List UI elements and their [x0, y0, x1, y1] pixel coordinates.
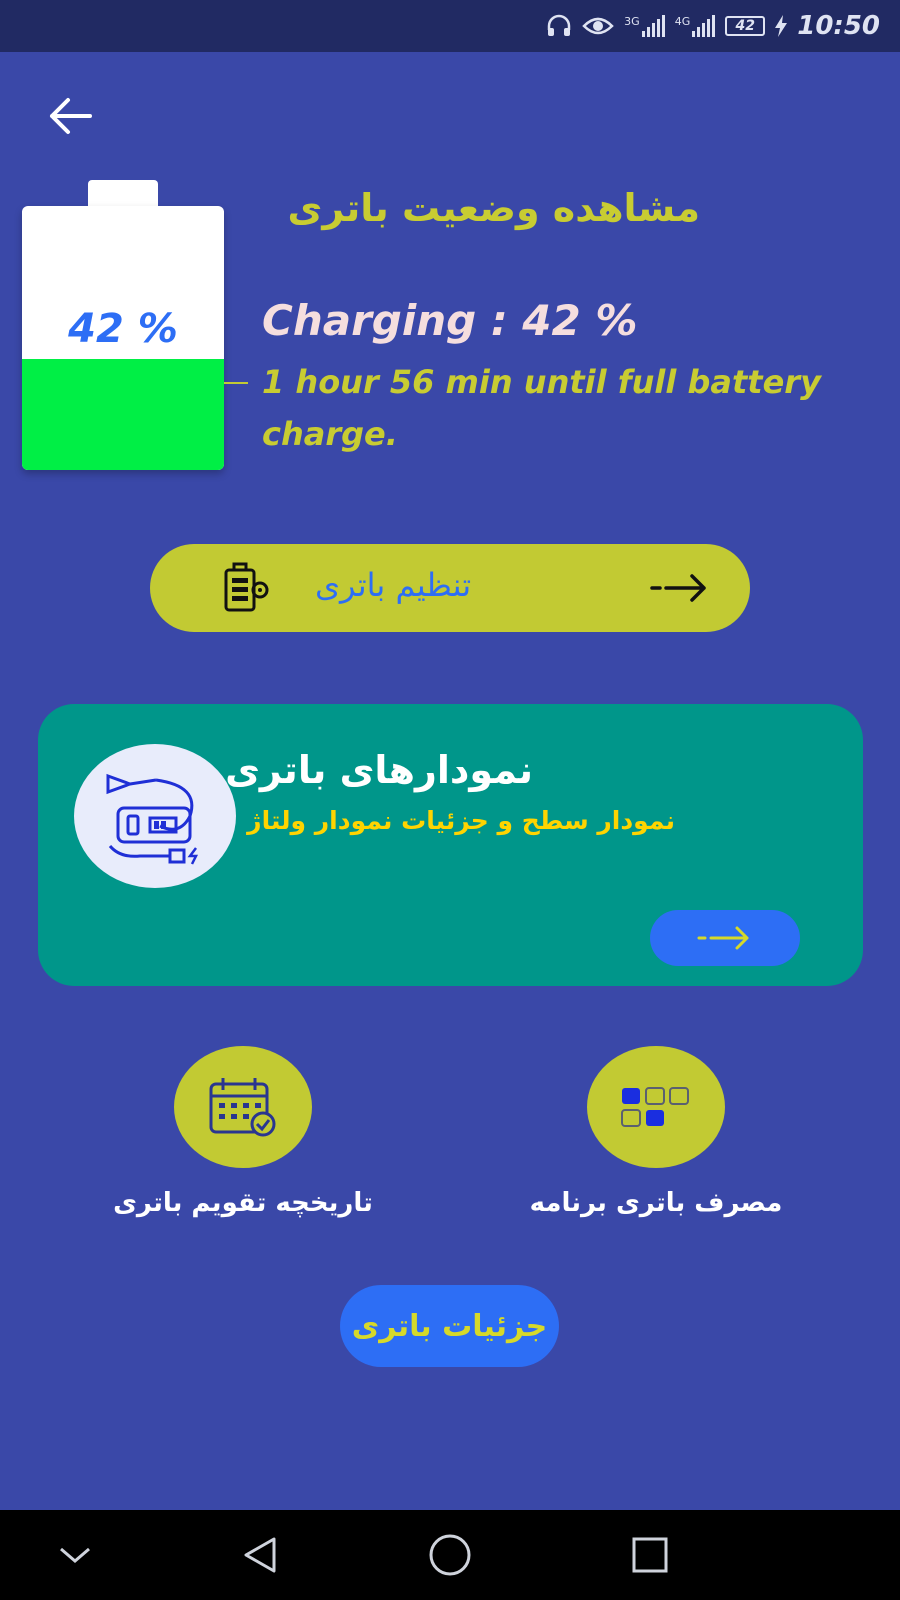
- nav-back-icon: [244, 1537, 276, 1573]
- connector-line: [224, 382, 248, 384]
- signal-3g-indicator: 3G: [624, 15, 665, 37]
- battery-settings-button[interactable]: تنظیم باتری: [150, 544, 750, 632]
- charging-status: Charging : 42 %: [262, 296, 638, 345]
- nav-down-button[interactable]: [40, 1510, 110, 1600]
- app-grid-icon: [621, 1087, 689, 1127]
- app-battery-usage-button[interactable]: مصرف باتری برنامه: [506, 1046, 806, 1218]
- eye-icon: [582, 14, 614, 38]
- network-4g-label: 4G: [674, 15, 691, 28]
- back-arrow-icon: [50, 98, 92, 134]
- arrow-right-icon: [650, 572, 710, 608]
- nav-recents-icon: [632, 1537, 668, 1573]
- status-battery: 42: [725, 16, 766, 36]
- battery-settings-label: تنظیم باتری: [315, 566, 472, 604]
- app-usage-circle: [587, 1046, 725, 1168]
- status-clock: 10:50: [797, 11, 880, 41]
- status-bar: 3G 4G 42 10:50: [0, 0, 900, 52]
- arrow-right-icon: [697, 926, 749, 950]
- nav-back-button[interactable]: [220, 1510, 300, 1600]
- charts-card-title: نمودارهای باتری: [225, 748, 533, 792]
- charts-open-button[interactable]: [650, 910, 800, 966]
- system-nav-bar: [0, 1510, 900, 1600]
- headphones-icon: [546, 14, 572, 38]
- signal-4g-indicator: 4G: [675, 15, 716, 37]
- calendar-check-icon: [209, 1078, 276, 1137]
- nav-down-icon: [60, 1547, 90, 1563]
- battery-level-graphic: 42 %: [22, 180, 224, 470]
- battery-details-button[interactable]: جزئیات باتری: [340, 1285, 559, 1367]
- battery-gear-icon: [222, 562, 270, 618]
- charts-card-subtitle: نمودار سطح و جزئیات نمودار ولتاژ: [247, 806, 675, 835]
- battery-body: 42 %: [22, 206, 224, 470]
- calendar-history-label: تاریخچه تقویم باتری: [113, 1188, 373, 1218]
- app-usage-label: مصرف باتری برنامه: [529, 1188, 783, 1218]
- battery-percent-label: 42 %: [68, 306, 178, 352]
- nav-home-icon: [429, 1534, 471, 1576]
- calendar-circle: [174, 1046, 312, 1168]
- time-remaining: 1 hour 56 min until full battery charge.: [262, 363, 821, 453]
- battery-fill: [22, 359, 224, 470]
- charging-bolt-icon: [775, 15, 788, 37]
- nav-home-button[interactable]: [410, 1510, 490, 1600]
- network-3g-label: 3G: [624, 15, 640, 28]
- battery-calendar-history-button[interactable]: تاریخچه تقویم باتری: [93, 1046, 393, 1218]
- page-title: مشاهده وضعیت باتری: [287, 186, 700, 230]
- battery-charts-card[interactable]: نمودارهای باتری نمودار سطح و جزئیات نمود…: [38, 704, 863, 986]
- battery-charger-illustration-icon: [74, 744, 236, 888]
- status-battery-level: 42: [735, 18, 755, 34]
- nav-recents-button[interactable]: [610, 1510, 690, 1600]
- back-button[interactable]: [46, 96, 94, 136]
